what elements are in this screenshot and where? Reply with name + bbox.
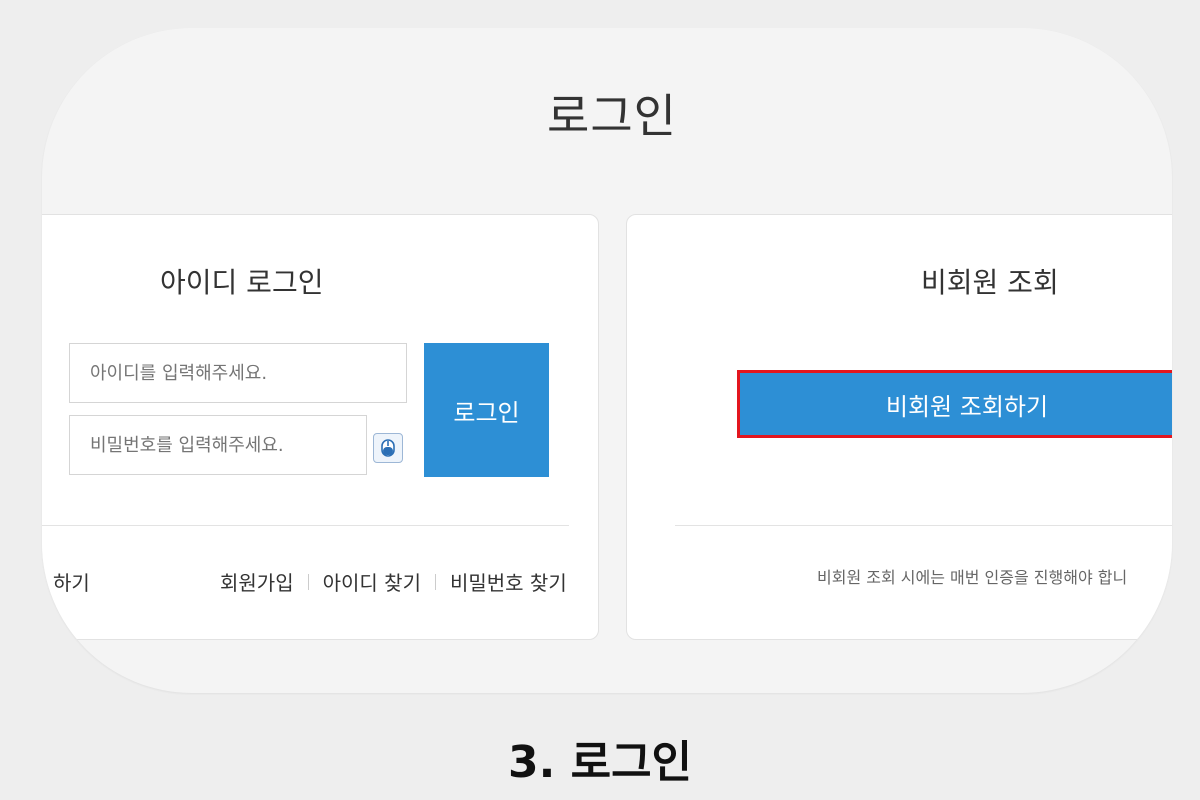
step-caption: 3. 로그인 xyxy=(507,737,693,788)
guest-lookup-button[interactable]: 비회원 조회하기 xyxy=(737,370,1172,438)
mouse-icon xyxy=(381,439,395,457)
link-separator xyxy=(434,573,436,590)
id-login-card: 아이디 로그인 로그인 하기 회원가입 아이디 찾기 비밀번호 찾기 xyxy=(42,214,599,640)
card-divider xyxy=(675,525,1172,526)
screenshot-capture: 로그인 아이디 로그인 로그인 하기 회원가입 아이디 찾기 비밀번호 찾기 비… xyxy=(42,28,1172,693)
password-input[interactable] xyxy=(69,415,367,475)
guest-lookup-title: 비회원 조회 xyxy=(921,266,1059,299)
id-login-title: 아이디 로그인 xyxy=(160,266,324,299)
password-keyboard-button[interactable] xyxy=(373,433,403,463)
account-links: 회원가입 아이디 찾기 비밀번호 찾기 xyxy=(220,567,567,596)
card-divider xyxy=(42,525,569,526)
id-input[interactable] xyxy=(69,343,407,403)
login-button[interactable]: 로그인 xyxy=(424,343,549,477)
partial-link[interactable]: 하기 xyxy=(53,567,90,596)
link-separator xyxy=(307,573,309,590)
find-id-link[interactable]: 아이디 찾기 xyxy=(323,567,421,596)
guest-notice-text: 비회원 조회 시에는 매번 인증을 진행해야 합니 xyxy=(817,568,1128,587)
page-title: 로그인 xyxy=(547,89,677,143)
guest-lookup-card: 비회원 조회 비회원 조회하기 비회원 조회 시에는 매번 인증을 진행해야 합… xyxy=(626,214,1172,640)
signup-link[interactable]: 회원가입 xyxy=(220,567,294,596)
find-password-link[interactable]: 비밀번호 찾기 xyxy=(450,567,567,596)
